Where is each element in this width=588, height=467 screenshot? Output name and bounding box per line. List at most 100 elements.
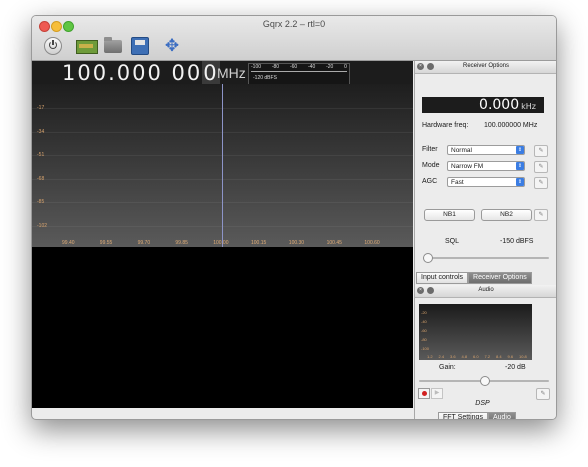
grid-line	[32, 226, 413, 227]
tab-input-controls[interactable]: Input controls	[416, 272, 469, 284]
save-icon[interactable]	[131, 37, 149, 55]
audio-options-button[interactable]: ✎	[536, 388, 550, 400]
sql-value: -150 dBFS	[500, 238, 534, 245]
audio-hz-label: 4.8	[461, 354, 468, 359]
waterfall-display[interactable]	[32, 247, 413, 408]
offset-display[interactable]: 0.000 kHz	[422, 97, 544, 113]
right-dock: × Receiver Options 0.000 kHz Hardware fre…	[414, 61, 556, 419]
dsp-label: DSP	[475, 400, 490, 407]
meter-scale-label: -20	[326, 64, 334, 70]
hardware-freq-label: Hardware freq:	[422, 122, 469, 129]
audio-hz-label: 9.6	[507, 354, 514, 359]
db-label: -68	[37, 175, 45, 182]
filter-options-button[interactable]: ✎	[534, 145, 548, 157]
tab-audio[interactable]: Audio	[487, 412, 516, 419]
hz-label: 100.00	[213, 240, 229, 246]
frequency-display[interactable]: 100.000 000	[62, 61, 220, 85]
device-icon[interactable]	[76, 40, 98, 54]
sql-label: SQL	[445, 238, 460, 245]
move-icon[interactable]: ✥	[162, 36, 182, 56]
tab-receiver-options[interactable]: Receiver Options	[468, 272, 532, 284]
filter-value: Normal	[451, 147, 472, 154]
agc-options-button[interactable]: ✎	[534, 177, 548, 189]
power-icon[interactable]	[44, 37, 62, 55]
grid-line	[32, 108, 413, 109]
signal-meter: -100 -80 -60 -40 -20 0 -120 dBFS	[248, 63, 350, 85]
agc-label: AGC	[422, 178, 438, 185]
gain-slider-knob[interactable]	[480, 376, 490, 386]
meter-scale-label: 0	[344, 64, 347, 70]
frequency-unit: MHz	[217, 65, 246, 81]
gain-value: -20 dB	[505, 364, 526, 371]
hz-label: 99.55	[99, 240, 113, 246]
db-label: -34	[37, 128, 45, 135]
audio-title: Audio	[478, 287, 494, 293]
wrench-icon: ✎	[538, 148, 544, 154]
mode-select[interactable]: Narrow FM ⇕	[447, 161, 525, 171]
offset-unit: kHz	[521, 102, 536, 111]
audio-hz-label: 3.6	[450, 354, 456, 359]
hz-label: 100.30	[288, 240, 305, 246]
main-window: Gqrx 2.2 – rtl=0 ✥ 100.000 000 MHz -100-…	[31, 15, 557, 420]
meter-scale-label: -40	[308, 64, 316, 70]
mode-label: Mode	[422, 162, 440, 169]
hz-label: 100.45	[326, 240, 342, 246]
db-label: -17	[37, 105, 45, 111]
hz-label: 100.60	[364, 240, 380, 246]
offset-value[interactable]: 0.000	[479, 97, 519, 113]
tab-fft-settings[interactable]: FFT Settings	[438, 412, 488, 419]
audio-hz-label: 7.2	[484, 354, 491, 359]
mode-value: Narrow FM	[451, 163, 484, 170]
audio-hz-label: 1.2	[427, 354, 433, 359]
wrench-icon: ✎	[538, 180, 544, 186]
folder-icon[interactable]	[104, 37, 122, 53]
db-label: -102	[37, 223, 48, 229]
frequency-digits[interactable]: 100.000 00	[62, 61, 202, 85]
db-label: -85	[37, 199, 45, 206]
audio-db-label: -40	[421, 319, 427, 324]
mode-options-button[interactable]: ✎	[534, 161, 548, 173]
gain-label: Gain:	[439, 364, 456, 371]
chevron-updown-icon: ⇕	[516, 146, 524, 154]
filter-select[interactable]: Normal ⇕	[447, 145, 525, 155]
audio-hz-label: 6.0	[473, 354, 479, 359]
audio-header: × Audio	[415, 285, 556, 298]
meter-readout: -120 dBFS	[253, 75, 277, 81]
nb1-button[interactable]: NB1	[424, 209, 475, 221]
agc-select[interactable]: Fast ⇕	[447, 177, 525, 187]
play-button[interactable]: ▶	[431, 388, 443, 399]
grid-line	[32, 155, 413, 157]
hardware-freq-value: 100.000000 MHz	[484, 122, 538, 129]
wrench-icon: ✎	[538, 164, 544, 170]
audio-db-label: -100	[421, 346, 430, 351]
chevron-updown-icon: ⇕	[516, 162, 524, 170]
meter-scale-label: -100	[251, 64, 262, 70]
nb2-button[interactable]: NB2	[481, 209, 532, 221]
sql-slider[interactable]	[423, 257, 549, 259]
record-button[interactable]	[418, 388, 430, 399]
nb-options-button[interactable]: ✎	[534, 209, 548, 221]
audio-hz-label: 2.4	[438, 354, 445, 359]
sql-slider-knob[interactable]	[423, 253, 433, 263]
audio-db-label: -20	[421, 310, 427, 315]
spectrum-plot[interactable]: -17 -34 -51 -68 -85 -102 99.40 99.55 99.70 99.85 1…	[32, 84, 413, 247]
window-title: Gqrx 2.2 – rtl=0	[262, 19, 326, 29]
db-label: -51	[37, 152, 45, 159]
audio-db-label: -80	[421, 337, 427, 342]
titlebar: Gqrx 2.2 – rtl=0 ✥	[32, 16, 556, 61]
wrench-icon: ✎	[538, 212, 544, 218]
audio-fft-plot: -20 -40 -60 -80 -100 1.2 2.4 3.6 4.8 6.0 7.2 8.4 9.6…	[419, 304, 532, 360]
meter-scale-label: -80	[271, 64, 280, 70]
hz-label: 99.85	[175, 240, 188, 246]
grid-line	[32, 202, 413, 204]
hz-label: 99.40	[62, 240, 75, 246]
audio-db-label: -60	[421, 328, 427, 333]
hz-label: 99.70	[137, 240, 151, 246]
grid-line	[32, 178, 413, 180]
dsp-tabs: FFT Settings Audio	[438, 412, 516, 419]
filter-label: Filter	[422, 146, 438, 153]
chevron-updown-icon: ⇕	[516, 178, 524, 186]
meter-scale: -100 -80 -60 -40 -20 0	[251, 64, 347, 70]
grid-line	[32, 131, 413, 133]
audio-hz-label: 10.8	[519, 354, 527, 359]
